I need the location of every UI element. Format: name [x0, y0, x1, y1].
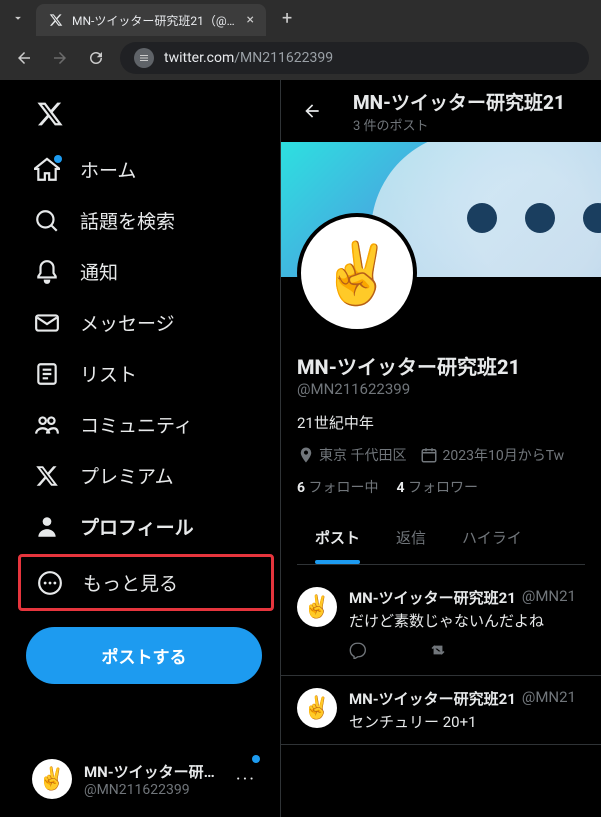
list-icon [34, 361, 60, 387]
sidebar: ホーム 話題を検索 通知 メッセージ リスト [0, 80, 280, 817]
browser-tab[interactable]: MN-ツイッター研究班21（@MN2 × [36, 4, 266, 36]
following-link[interactable]: 6 フォロー中 [297, 477, 379, 497]
tweet-handle: @MN21 [522, 587, 576, 608]
calendar-icon [420, 446, 438, 464]
sidebar-label: メッセージ [80, 309, 175, 336]
sidebar-label: 通知 [80, 258, 118, 285]
avatar: ✌️ [32, 759, 72, 799]
sidebar-label: もっと見る [83, 569, 178, 596]
reload-button[interactable] [84, 46, 108, 70]
profile-joined: 2023年10月からTw [420, 445, 564, 465]
sidebar-item-messages[interactable]: メッセージ [18, 297, 280, 348]
account-info: MN-ツイッター研究班 @MN211622399 [84, 761, 224, 798]
reply-icon[interactable] [349, 641, 367, 663]
profile-display-name: MN-ツイッター研究班21 [297, 351, 585, 380]
tweet-handle: @MN21 [522, 688, 576, 709]
sidebar-label: プロフィール [80, 513, 194, 540]
profile-section: ✌️ MN-ツイッター研究班21 @MN211622399 21世紀中年 東京 … [281, 277, 601, 575]
more-circle-icon [37, 570, 63, 596]
tab-replies[interactable]: 返信 [378, 511, 444, 564]
followers-link[interactable]: 4 フォロワー [397, 477, 479, 497]
account-handle: @MN211622399 [84, 782, 224, 798]
tweet-author: MN-ツイッター研究班21 [349, 587, 516, 608]
notification-dot [252, 755, 260, 763]
header-post-count: 3 件のポスト [353, 115, 587, 134]
sidebar-label: コミュニティ [80, 411, 193, 438]
browser-tab-strip: MN-ツイッター研究班21（@MN2 × + [0, 0, 601, 36]
sidebar-item-home[interactable]: ホーム [18, 144, 280, 195]
profile-handle: @MN211622399 [297, 380, 585, 398]
url-text: twitter.com/MN211622399 [164, 50, 333, 66]
tab-highlights[interactable]: ハイライ [444, 511, 540, 564]
url-bar[interactable]: twitter.com/MN211622399 [120, 42, 589, 74]
sidebar-label: プレミアム [80, 462, 174, 489]
profile-location: 東京 千代田区 [297, 445, 406, 465]
tweet-author: MN-ツイッター研究班21 [349, 688, 516, 709]
people-icon [34, 412, 60, 438]
x-icon [34, 463, 60, 489]
location-icon [297, 446, 315, 464]
back-button[interactable] [12, 46, 36, 70]
tweet[interactable]: ✌️ MN-ツイッター研究班21 @MN21 センチュリー 20+1 [281, 676, 601, 745]
x-favicon-icon [48, 12, 64, 28]
tweet-text: だけど素数じゃないんだよね [349, 610, 585, 631]
x-logo[interactable] [18, 88, 280, 144]
sidebar-item-profile[interactable]: プロフィール [18, 501, 280, 552]
avatar[interactable]: ✌️ [297, 587, 337, 627]
close-tab-icon[interactable]: × [247, 12, 254, 28]
sidebar-label: リスト [80, 360, 137, 387]
sidebar-item-more[interactable]: もっと見る [21, 557, 271, 608]
sidebar-label: ホーム [80, 156, 136, 183]
account-switcher[interactable]: ✌️ MN-ツイッター研究班 @MN211622399 ··· [18, 749, 270, 809]
person-icon [34, 514, 60, 540]
main-content: MN-ツイッター研究班21 3 件のポスト ✌️ MN-ツイッター研究班21 @… [280, 80, 601, 817]
search-icon [34, 208, 60, 234]
sidebar-item-notifications[interactable]: 通知 [18, 246, 280, 297]
profile-bio: 21世紀中年 [297, 412, 585, 433]
retweet-icon[interactable] [429, 641, 447, 663]
sidebar-item-premium[interactable]: プレミアム [18, 450, 280, 501]
post-button[interactable]: ポストする [26, 627, 262, 684]
tweet[interactable]: ✌️ MN-ツイッター研究班21 @MN21 だけど素数じゃないんだよね [281, 575, 601, 676]
sidebar-item-lists[interactable]: リスト [18, 348, 280, 399]
profile-avatar[interactable]: ✌️ [297, 213, 417, 333]
tab-posts[interactable]: ポスト [297, 511, 378, 564]
home-icon [34, 157, 60, 183]
profile-tabs: ポスト 返信 ハイライ [297, 511, 585, 565]
new-tab-button[interactable]: + [274, 4, 300, 33]
site-info-icon[interactable] [134, 48, 154, 68]
header-profile-name: MN-ツイッター研究班21 [353, 88, 587, 115]
browser-tab-title: MN-ツイッター研究班21（@MN2 [72, 12, 239, 29]
sidebar-label: 話題を検索 [80, 207, 175, 234]
tab-chevron-down-icon[interactable] [8, 8, 28, 28]
more-icon: ··· [236, 769, 256, 790]
profile-header-bar: MN-ツイッター研究班21 3 件のポスト [281, 80, 601, 142]
bell-icon [34, 259, 60, 285]
avatar[interactable]: ✌️ [297, 688, 337, 728]
back-button[interactable] [295, 94, 329, 128]
forward-button[interactable] [48, 46, 72, 70]
tweet-text: センチュリー 20+1 [349, 711, 585, 732]
sidebar-item-communities[interactable]: コミュニティ [18, 399, 280, 450]
highlight-box: もっと見る [18, 554, 274, 611]
envelope-icon [34, 310, 60, 336]
browser-toolbar: twitter.com/MN211622399 [0, 36, 601, 80]
sidebar-item-explore[interactable]: 話題を検索 [18, 195, 280, 246]
notification-dot [54, 155, 62, 163]
account-name: MN-ツイッター研究班 [84, 761, 224, 782]
